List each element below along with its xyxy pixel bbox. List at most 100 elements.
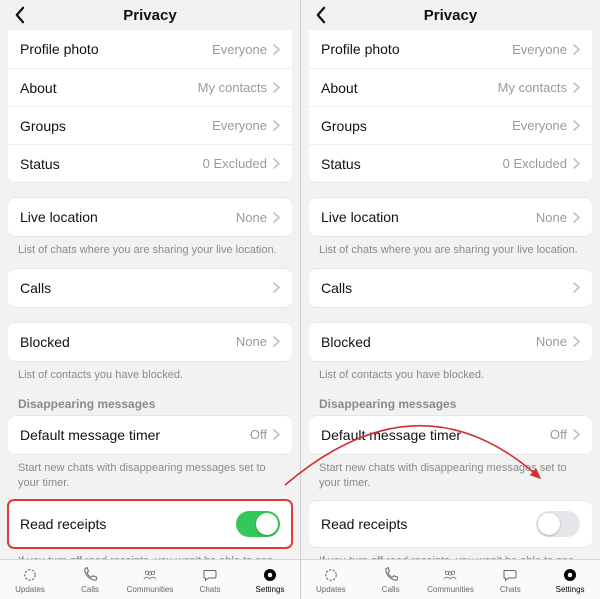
- read-receipts-toggle[interactable]: [536, 511, 580, 537]
- label: Live location: [321, 209, 536, 225]
- chevron-right-icon: [573, 120, 580, 131]
- chevron-right-icon: [573, 282, 580, 293]
- chevron-right-icon: [273, 282, 280, 293]
- tab-calls[interactable]: Calls: [363, 566, 419, 594]
- note-read-receipts: If you turn off read receipts, you won't…: [301, 548, 600, 559]
- row-groups[interactable]: Groups Everyone: [8, 106, 292, 144]
- label: About: [321, 80, 498, 96]
- phone-icon: [381, 566, 401, 584]
- row-default-timer[interactable]: Default message timer Off: [309, 416, 592, 454]
- row-status[interactable]: Status 0 Excluded: [8, 144, 292, 182]
- label: Profile photo: [321, 41, 512, 57]
- row-live-location[interactable]: Live location None: [309, 198, 592, 236]
- chevron-left-icon: [14, 6, 25, 24]
- value: My contacts: [198, 80, 267, 95]
- row-default-timer[interactable]: Default message timer Off: [8, 416, 292, 454]
- label: Groups: [20, 118, 212, 134]
- tab-chats[interactable]: Chats: [482, 566, 538, 594]
- chevron-right-icon: [273, 44, 280, 55]
- value: My contacts: [498, 80, 567, 95]
- row-about[interactable]: About My contacts: [309, 68, 592, 106]
- chevron-right-icon: [573, 44, 580, 55]
- value: Everyone: [512, 42, 567, 57]
- value: Everyone: [212, 42, 267, 57]
- row-status[interactable]: Status 0 Excluded: [309, 144, 592, 182]
- toggle-knob: [256, 513, 278, 535]
- chevron-right-icon: [573, 212, 580, 223]
- group-calls: Calls: [309, 268, 592, 308]
- note-blocked: List of contacts you have blocked.: [0, 362, 300, 393]
- group-timer: Default message timer Off: [309, 415, 592, 455]
- gear-icon: [260, 566, 280, 584]
- group-read-receipts: Read receipts: [8, 500, 292, 548]
- label: Default message timer: [20, 427, 250, 443]
- row-profile-photo[interactable]: Profile photo Everyone: [309, 30, 592, 68]
- communities-icon: [440, 566, 460, 584]
- label: Status: [321, 156, 503, 172]
- label: Read receipts: [20, 516, 236, 532]
- updates-icon: [321, 566, 341, 584]
- tab-updates[interactable]: Updates: [2, 566, 58, 594]
- tab-communities[interactable]: Communities: [422, 566, 478, 594]
- value: Off: [550, 427, 567, 442]
- page-title: Privacy: [123, 7, 176, 24]
- tab-chats[interactable]: Chats: [182, 566, 238, 594]
- tab-label: Settings: [256, 585, 285, 594]
- back-button[interactable]: [309, 4, 331, 26]
- tab-label: Calls: [81, 585, 99, 594]
- chevron-right-icon: [273, 212, 280, 223]
- chevron-right-icon: [273, 158, 280, 169]
- tab-bar: Updates Calls Communities Chats Settings: [301, 559, 600, 599]
- row-calls[interactable]: Calls: [309, 269, 592, 307]
- value: None: [536, 334, 567, 349]
- note-live-location: List of chats where you are sharing your…: [301, 237, 600, 268]
- page-title: Privacy: [424, 7, 477, 24]
- tab-label: Chats: [500, 585, 521, 594]
- tab-label: Settings: [556, 585, 585, 594]
- tab-calls[interactable]: Calls: [62, 566, 118, 594]
- tab-communities[interactable]: Communities: [122, 566, 178, 594]
- row-about[interactable]: About My contacts: [8, 68, 292, 106]
- chevron-right-icon: [273, 336, 280, 347]
- tab-updates[interactable]: Updates: [303, 566, 359, 594]
- tab-settings[interactable]: Settings: [242, 566, 298, 594]
- row-calls[interactable]: Calls: [8, 269, 292, 307]
- back-button[interactable]: [8, 4, 30, 26]
- row-blocked[interactable]: Blocked None: [309, 323, 592, 361]
- value: None: [536, 210, 567, 225]
- note-read-receipts: If you turn off read receipts, you won't…: [0, 548, 300, 559]
- group-blocked: Blocked None: [8, 322, 292, 362]
- tab-settings[interactable]: Settings: [542, 566, 598, 594]
- note-blocked: List of contacts you have blocked.: [301, 362, 600, 393]
- row-profile-photo[interactable]: Profile photo Everyone: [8, 30, 292, 68]
- label: Calls: [321, 280, 567, 296]
- row-groups[interactable]: Groups Everyone: [309, 106, 592, 144]
- header: Privacy: [0, 0, 300, 30]
- row-blocked[interactable]: Blocked None: [8, 323, 292, 361]
- note-timer: Start new chats with disappearing messag…: [0, 455, 300, 501]
- chevron-right-icon: [573, 429, 580, 440]
- group-live-location: Live location None: [8, 197, 292, 237]
- tab-label: Communities: [127, 585, 174, 594]
- label: Live location: [20, 209, 236, 225]
- note-timer: Start new chats with disappearing messag…: [301, 455, 600, 501]
- tab-bar: Updates Calls Communities Chats Settings: [0, 559, 300, 599]
- tab-label: Updates: [15, 585, 45, 594]
- header: Privacy: [301, 0, 600, 30]
- tab-label: Calls: [382, 585, 400, 594]
- chevron-right-icon: [573, 336, 580, 347]
- group-live-location: Live location None: [309, 197, 592, 237]
- label: Profile photo: [20, 41, 212, 57]
- label: Blocked: [20, 334, 236, 350]
- row-live-location[interactable]: Live location None: [8, 198, 292, 236]
- screen-after: Privacy Profile photo Everyone About My …: [300, 0, 600, 599]
- value: None: [236, 210, 267, 225]
- content: Profile photo Everyone About My contacts…: [0, 30, 300, 559]
- group-calls: Calls: [8, 268, 292, 308]
- chevron-right-icon: [273, 82, 280, 93]
- value: Everyone: [512, 118, 567, 133]
- gear-icon: [560, 566, 580, 584]
- value: 0 Excluded: [503, 156, 567, 171]
- chevron-right-icon: [573, 158, 580, 169]
- read-receipts-toggle[interactable]: [236, 511, 280, 537]
